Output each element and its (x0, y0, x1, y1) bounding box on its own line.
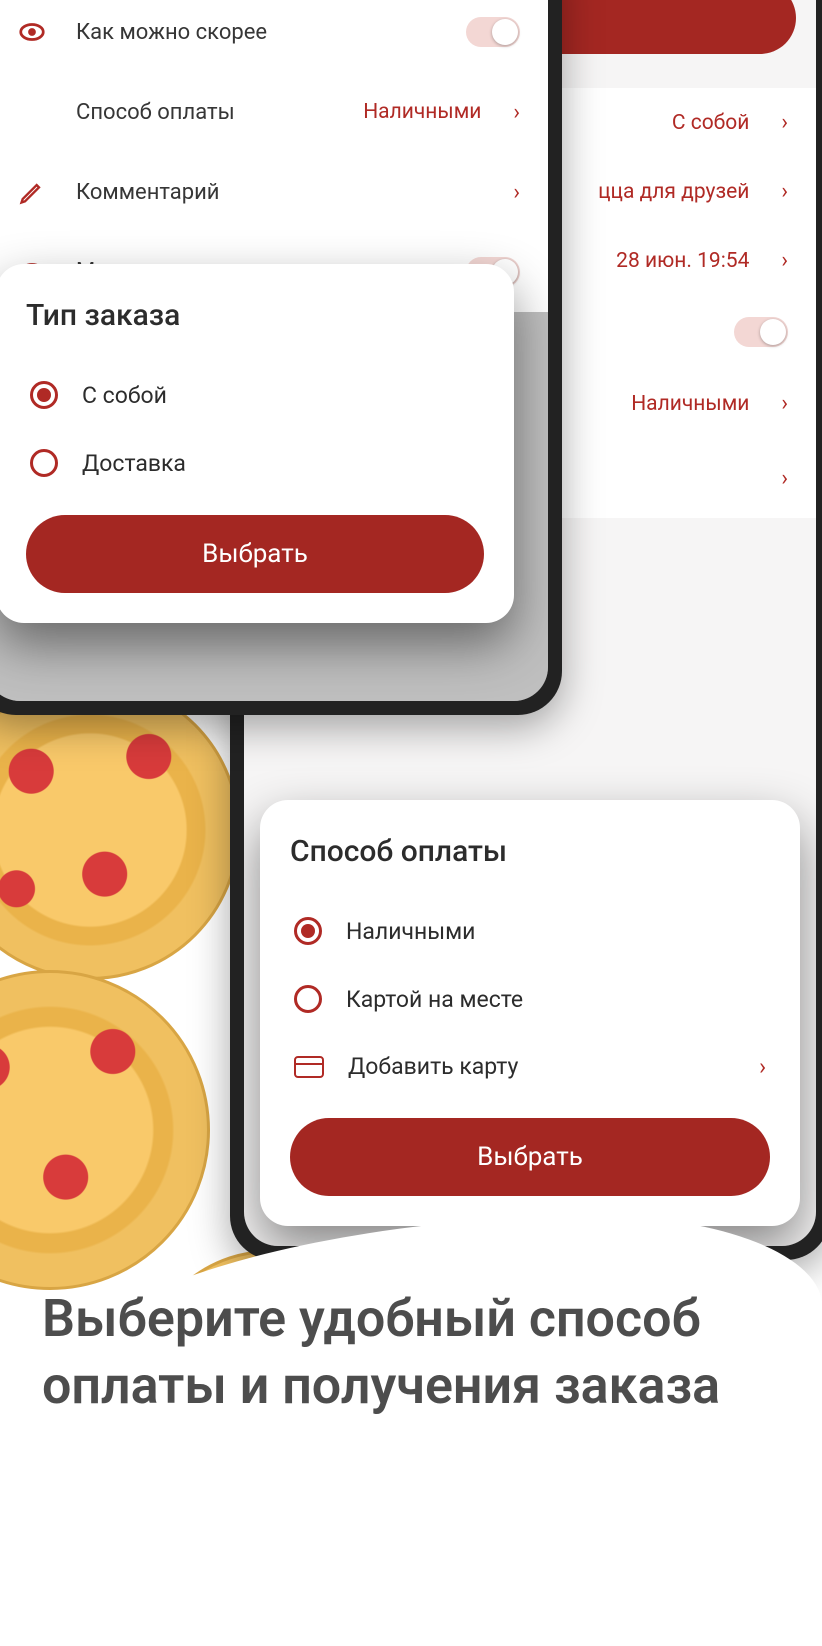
option-add-card[interactable]: Добавить карту › (290, 1033, 770, 1100)
row-payment-value-a: Наличными (363, 100, 481, 124)
phone-mock-order-type: Как можно скорее Способ оплаты Наличными… (0, 0, 562, 715)
row-comment-label-a: Комментарий (76, 180, 487, 205)
chevron-right-icon: › (759, 1053, 766, 1080)
chevron-right-icon: › (513, 180, 520, 205)
radio-icon (30, 449, 58, 477)
option-delivery[interactable]: Доставка (26, 429, 484, 497)
select-button-order-type[interactable]: Выбрать (26, 515, 484, 593)
chevron-right-icon: › (781, 466, 788, 491)
row-asap[interactable]: Как можно скорее (0, 0, 548, 72)
payment-method-sheet: Способ оплаты Наличными Картой на месте … (260, 800, 800, 1226)
row-payment-a[interactable]: Способ оплаты Наличными › (0, 72, 548, 152)
card-icon (14, 94, 50, 130)
select-button-payment[interactable]: Выбрать (290, 1118, 770, 1196)
card-icon (294, 1056, 324, 1078)
sheet-title-order-type: Тип заказа (26, 298, 484, 333)
radio-icon (30, 381, 58, 409)
chevron-right-icon: › (781, 110, 788, 135)
option-pickup[interactable]: С собой (26, 361, 484, 429)
option-pickup-label: С собой (82, 382, 167, 409)
chevron-right-icon: › (781, 179, 788, 204)
toggle-switch[interactable] (734, 317, 788, 347)
option-cash-label: Наличными (346, 918, 475, 945)
row-payment-value: Наличными (631, 392, 749, 416)
row-payment-label: Способ оплаты (76, 100, 337, 125)
pencil-icon (14, 174, 50, 210)
chevron-right-icon: › (513, 100, 520, 125)
sheet-title-payment: Способ оплаты (290, 834, 770, 869)
option-card-on-site-label: Картой на месте (346, 986, 523, 1013)
clock-icon (14, 14, 50, 50)
row-asap-label: Как можно скорее (76, 20, 440, 45)
option-add-card-label: Добавить карту (348, 1053, 518, 1080)
row-when-value: 28 июн. 19:54 (616, 249, 749, 273)
toggle-switch[interactable] (466, 17, 520, 47)
banner-headline: Выберите удобный способ оплаты и получен… (42, 1286, 780, 1419)
chevron-right-icon: › (781, 391, 788, 416)
order-type-sheet: Тип заказа С собой Доставка Выбрать (0, 264, 514, 623)
row-comment-a[interactable]: Комментарий › (0, 152, 548, 232)
option-cash[interactable]: Наличными (290, 897, 770, 965)
row-friends-value: цца для друзей (598, 180, 749, 204)
chevron-right-icon: › (781, 248, 788, 273)
option-delivery-label: Доставка (82, 450, 186, 477)
row-pickup-value: С собой (672, 111, 750, 135)
radio-icon (294, 917, 322, 945)
radio-icon (294, 985, 322, 1013)
option-card-on-site[interactable]: Картой на месте (290, 965, 770, 1033)
